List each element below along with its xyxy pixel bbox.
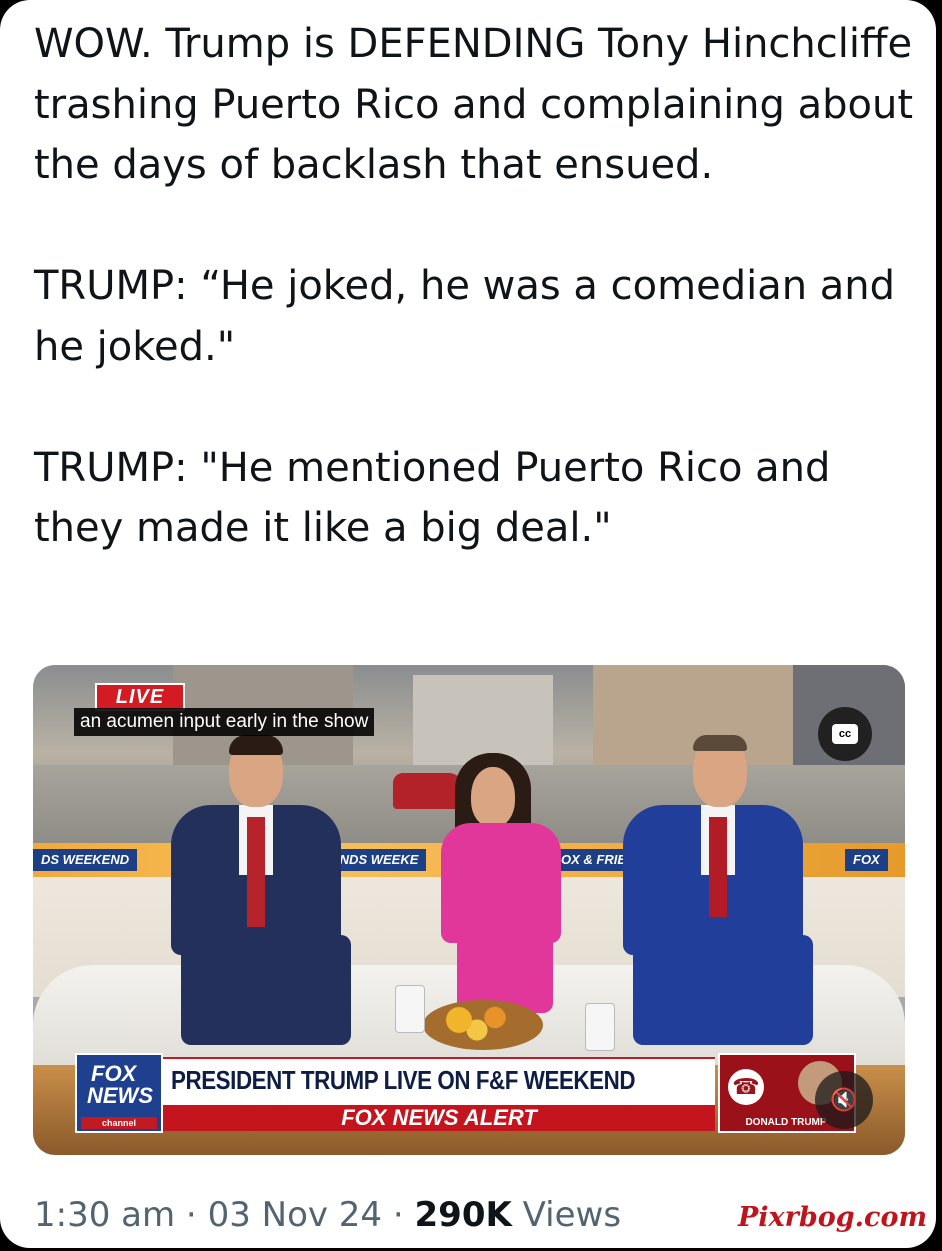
closed-captions-button[interactable]: cc [818,707,872,761]
ticker-segment: FOX [845,849,888,871]
tweet-card: WOW. Trump is DEFENDING Tony Hinchcliffe… [0,0,936,1248]
flower-arrangement [423,1000,543,1050]
tweet-date[interactable]: 03 Nov 24 [208,1195,383,1235]
watermark: Pixrbog.com [738,1202,928,1233]
news-headline: PRESIDENT TRUMP LIVE ON F&F WEEKEND [171,1065,636,1095]
views-label: Views [522,1195,622,1235]
views-count: 290K [414,1195,512,1235]
tweet-time[interactable]: 1:30 am [34,1195,175,1235]
closed-caption-text: an acumen input early in the show [74,708,375,736]
separator: · [175,1195,208,1235]
background-buildings [413,675,553,765]
headline-box: PRESIDENT TRUMP LIVE ON F&F WEEKEND [163,1057,715,1107]
news-alert-bar: FOX NEWS ALERT [163,1105,715,1131]
mute-icon: 🔇 [830,1087,858,1112]
tweet-metadata: 1:30 am · 03 Nov 24 · 290K Views [34,1195,621,1235]
tweet-text: WOW. Trump is DEFENDING Tony Hinchcliffe… [34,21,914,551]
live-badge: LIVE [95,683,185,711]
video-player[interactable]: DS WEEKEND ENDS WEEKE OX & FRIE FOX LIVE… [33,665,905,1155]
cc-icon: cc [832,724,858,744]
host-left [151,735,361,1055]
separator: · [382,1195,415,1235]
fox-news-logo: FOX NEWS channel [75,1053,163,1133]
coffee-cup [585,1003,615,1051]
logo-text: NEWS [87,1083,153,1108]
logo-text: channel [81,1117,157,1129]
host-middle [437,753,577,1013]
coffee-cup [395,985,425,1033]
phone-icon: ☎ [728,1069,764,1105]
ticker-segment: DS WEEKEND [33,849,138,871]
news-lower-third: FOX NEWS channel PRESIDENT TRUMP LIVE ON… [75,1053,715,1133]
mute-button[interactable]: 🔇 [815,1071,873,1129]
host-right [613,735,823,1055]
